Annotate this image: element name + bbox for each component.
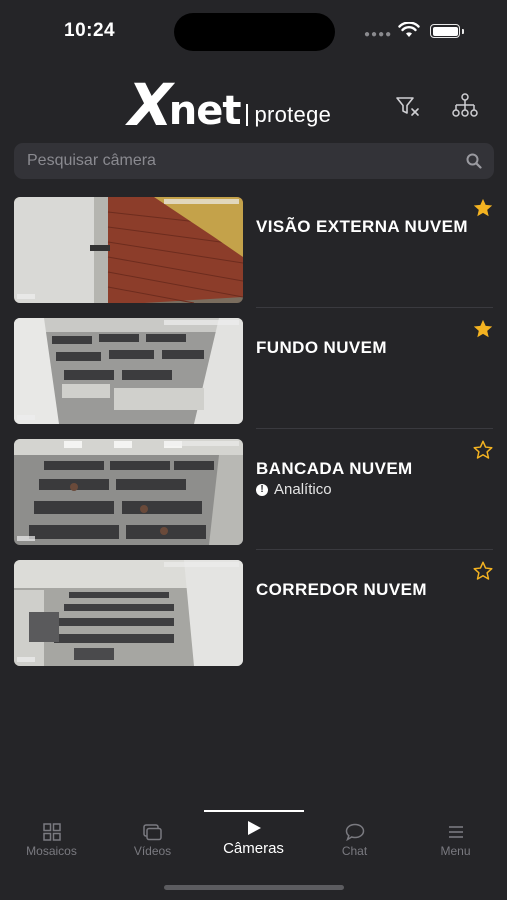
logo-x: X: [128, 71, 173, 139]
video-stack-icon: [143, 823, 162, 840]
grid-icon: [42, 823, 61, 841]
logo-net: net: [168, 88, 242, 134]
chat-bubble-icon: [345, 823, 364, 841]
tab-videos[interactable]: Vídeos: [102, 822, 203, 858]
tab-mosaicos[interactable]: Mosaicos: [1, 822, 102, 858]
hamburger-icon: [448, 826, 463, 838]
bottom-tab-bar: Mosaicos Vídeos Câmeras Chat Menu: [0, 808, 507, 868]
camera-name: VISÃO EXTERNA NUVEM: [256, 217, 468, 236]
status-time: 10:24: [64, 20, 116, 41]
dynamic-island: [174, 13, 335, 51]
camera-item[interactable]: VISÃO EXTERNA NUVEM: [0, 187, 507, 308]
tab-label: Vídeos: [133, 844, 172, 858]
search-bar: [14, 143, 494, 179]
camera-thumbnail[interactable]: [14, 318, 243, 424]
filter-clear-icon[interactable]: [395, 96, 421, 118]
star-filled-icon[interactable]: [472, 197, 494, 219]
tab-label: Menu: [440, 844, 471, 858]
analytics-badge: ! Analítico: [256, 481, 332, 498]
search-icon[interactable]: [466, 153, 482, 169]
tab-menu[interactable]: Menu: [405, 822, 506, 858]
tab-label: Mosaicos: [26, 844, 77, 858]
tab-label: Câmeras: [223, 840, 284, 857]
camera-item[interactable]: FUNDO NUVEM: [0, 308, 507, 429]
search-input[interactable]: [14, 143, 454, 179]
logo-tagline: protege: [254, 102, 332, 127]
xnet-protege-logo: X net protege: [128, 76, 331, 134]
camera-thumbnail[interactable]: [14, 439, 243, 545]
camera-item[interactable]: CORREDOR NUVEM: [0, 550, 507, 671]
analytics-label: Analítico: [274, 481, 332, 498]
camera-name: CORREDOR NUVEM: [256, 580, 427, 599]
star-filled-icon[interactable]: [472, 318, 494, 340]
status-bar: 10:24 ●●●●: [0, 0, 507, 64]
signal-dots-icon: ●●●●: [364, 29, 393, 40]
info-icon: !: [256, 483, 268, 496]
wifi-icon: [398, 22, 420, 37]
camera-name: BANCADA NUVEM: [256, 459, 413, 478]
home-indicator[interactable]: [164, 885, 344, 890]
star-outline-icon[interactable]: [472, 560, 494, 582]
battery-icon: [430, 24, 460, 38]
play-icon: [247, 821, 261, 835]
camera-name: FUNDO NUVEM: [256, 338, 387, 357]
tab-cameras[interactable]: Câmeras: [203, 818, 304, 857]
tab-chat[interactable]: Chat: [304, 822, 405, 858]
camera-thumbnail[interactable]: [14, 560, 243, 666]
active-tab-indicator: [204, 810, 304, 812]
camera-thumbnail[interactable]: [14, 197, 243, 303]
star-outline-icon[interactable]: [472, 439, 494, 461]
camera-item[interactable]: BANCADA NUVEM ! Analítico: [0, 429, 507, 550]
tab-label: Chat: [341, 844, 368, 858]
network-tree-icon[interactable]: [452, 93, 478, 119]
